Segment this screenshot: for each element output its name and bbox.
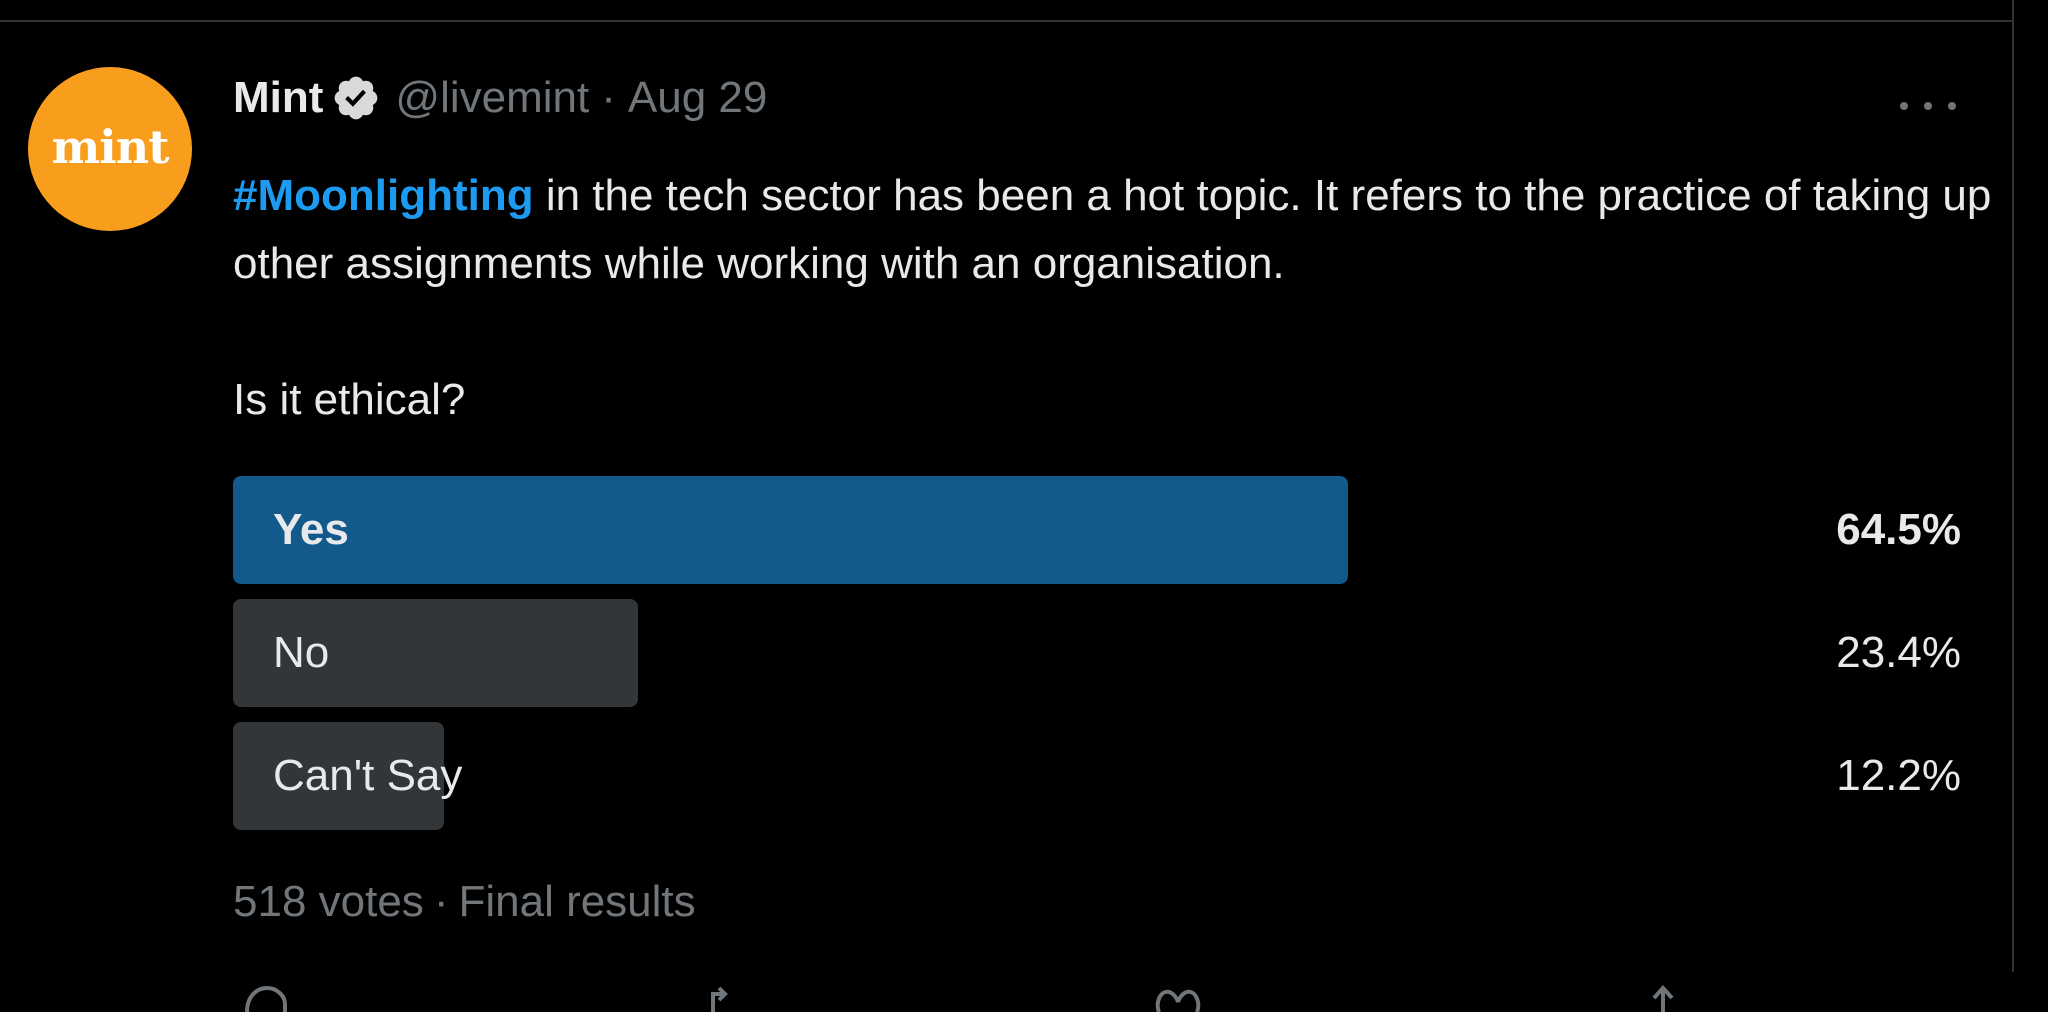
right-divider bbox=[2012, 0, 2014, 972]
poll-option-label: No bbox=[273, 628, 330, 677]
poll-option-percent: 64.5% bbox=[1836, 505, 1961, 554]
reply-icon[interactable] bbox=[241, 982, 291, 1012]
user-handle[interactable]: @livemint bbox=[395, 73, 589, 123]
poll-option: Can't Say 12.2% bbox=[233, 722, 1961, 830]
poll-option-label: Can't Say bbox=[273, 751, 463, 800]
poll-option: No 23.4% bbox=[233, 599, 1961, 707]
more-options-icon[interactable] bbox=[1900, 92, 1956, 120]
poll-status: Final results bbox=[458, 877, 696, 926]
avatar[interactable]: mint bbox=[28, 67, 192, 231]
footer-separator: · bbox=[433, 877, 449, 926]
poll-bar bbox=[233, 476, 1348, 584]
poll-option-percent: 23.4% bbox=[1836, 628, 1961, 677]
poll-question: Is it ethical? bbox=[233, 375, 466, 424]
tweet[interactable]: mint Mint @livemint · Aug 29 #Moonlighti… bbox=[0, 22, 2012, 1012]
poll-option: Yes 64.5% bbox=[233, 476, 1961, 584]
more-dot bbox=[1924, 102, 1932, 110]
retweet-icon[interactable] bbox=[703, 982, 753, 1012]
hashtag-link[interactable]: #Moonlighting bbox=[233, 171, 534, 220]
tweet-actions bbox=[233, 982, 1913, 1012]
poll-footer: 518 votes · Final results bbox=[233, 877, 696, 927]
header-separator: · bbox=[601, 73, 616, 122]
share-icon[interactable] bbox=[1638, 982, 1688, 1012]
poll-option-percent: 12.2% bbox=[1836, 751, 1961, 800]
more-dot bbox=[1900, 102, 1908, 110]
poll-option-label: Yes bbox=[273, 505, 349, 554]
tweet-body: #Moonlighting in the tech sector has bee… bbox=[233, 162, 1993, 298]
display-name[interactable]: Mint bbox=[233, 73, 323, 123]
avatar-logo-text: mint bbox=[51, 120, 170, 174]
tweet-header: Mint @livemint · Aug 29 bbox=[233, 70, 767, 126]
tweet-text: #Moonlighting in the tech sector has bee… bbox=[233, 162, 1993, 434]
poll-vote-count: 518 votes bbox=[233, 877, 424, 926]
more-dot bbox=[1948, 102, 1956, 110]
tweet-date[interactable]: Aug 29 bbox=[628, 73, 767, 123]
verified-badge-icon bbox=[335, 76, 378, 120]
poll: Yes 64.5% No 23.4% Can't Say 12.2% bbox=[233, 476, 1961, 845]
like-icon[interactable] bbox=[1153, 982, 1203, 1012]
